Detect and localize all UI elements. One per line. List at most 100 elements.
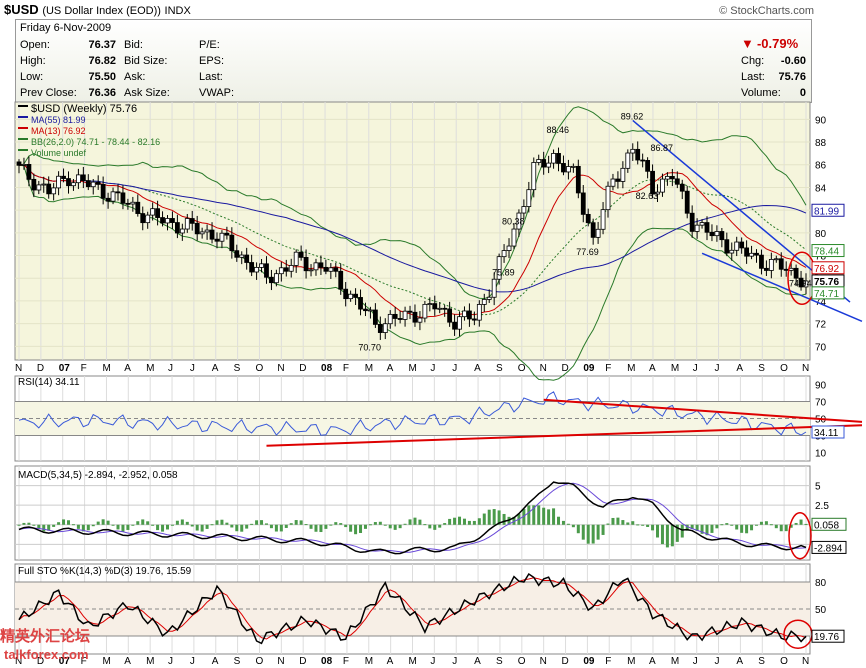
y-tick-label: 86	[815, 161, 827, 172]
candle-body	[387, 313, 393, 325]
x-tick-label-bottom: 09	[583, 656, 595, 667]
legend-swatch	[18, 105, 28, 107]
candle-body	[269, 276, 274, 284]
macd-histogram-bar	[17, 524, 21, 526]
macd-histogram-bar	[180, 519, 184, 525]
x-tick-label-bottom: D	[562, 656, 569, 667]
legend-entry: MA(55) 81.99	[31, 115, 86, 125]
x-tick-label-bottom: 08	[321, 656, 333, 667]
candle-body	[481, 299, 487, 305]
macd-histogram-bar	[492, 509, 496, 525]
x-tick-label: O	[780, 363, 788, 374]
candle-body	[605, 185, 611, 211]
x-tick-label: N	[540, 363, 547, 374]
x-tick-label: J	[168, 363, 173, 374]
x-tick-label: N	[277, 363, 284, 374]
candle-body	[724, 239, 730, 254]
macd-tick-label: 5	[815, 482, 821, 493]
candle-body	[630, 148, 636, 154]
y-tick-label: 90	[815, 115, 827, 126]
macd-histogram-bar	[121, 524, 125, 532]
price-annotation: 89.62	[621, 112, 644, 122]
candle-body	[278, 267, 284, 275]
macd-histogram-bar	[37, 524, 41, 529]
macd-histogram-bar	[126, 524, 130, 530]
macd-histogram-bar	[175, 520, 179, 525]
candle-body	[768, 258, 774, 271]
x-tick-label: N	[802, 363, 809, 374]
macd-histogram-bar	[755, 524, 759, 526]
candle-body	[556, 153, 561, 164]
candle-body	[323, 266, 329, 272]
x-tick-label: J	[190, 363, 195, 374]
macd-histogram-bar	[151, 524, 155, 526]
macd-histogram-bar	[482, 513, 486, 525]
macd-histogram-bar	[576, 524, 580, 534]
x-tick-label: S	[758, 363, 765, 374]
candle-body	[442, 307, 448, 310]
candle-body	[437, 307, 443, 310]
x-tick-label-bottom: S	[234, 656, 241, 667]
candle-body	[471, 318, 477, 321]
macd-histogram-bar	[225, 522, 229, 525]
macd-histogram-bar	[393, 524, 397, 530]
value-tag-label: 74.71	[814, 289, 839, 300]
candle-body	[566, 166, 571, 173]
macd-histogram-bar	[656, 524, 660, 538]
x-tick-label-bottom: O	[255, 656, 263, 667]
macd-histogram-bar	[289, 523, 293, 525]
macd-histogram-bar	[106, 520, 110, 525]
macd-histogram-bar	[764, 521, 768, 525]
macd-histogram-bar	[309, 524, 313, 529]
candle-body	[179, 228, 185, 234]
candle-body	[744, 247, 750, 257]
macd-histogram-bar	[250, 523, 254, 525]
macd-histogram-bar	[101, 519, 105, 525]
x-tick-label: 08	[321, 363, 333, 374]
macd-histogram-bar	[626, 522, 630, 525]
legend-entry: BB(26,2.0) 74.71 - 78.44 - 82.16	[31, 137, 160, 147]
macd-histogram-bar	[571, 524, 575, 528]
macd-histogram-bar	[398, 524, 402, 529]
macd-histogram-bar	[146, 521, 150, 525]
candle-body	[16, 161, 22, 166]
x-tick-label: S	[496, 363, 503, 374]
price-annotation: 80.38	[502, 217, 525, 227]
macd-histogram-bar	[636, 524, 640, 526]
x-tick-label: N	[15, 363, 22, 374]
candle-body	[56, 175, 61, 189]
x-tick-label: 07	[59, 363, 71, 374]
macd-histogram-bar	[220, 519, 224, 525]
candle-body	[283, 267, 289, 272]
macd-histogram-bar	[359, 524, 363, 534]
x-tick-label: J	[715, 363, 720, 374]
candle-body	[719, 231, 725, 241]
candle-body	[199, 231, 205, 235]
candle-body	[778, 258, 784, 270]
macd-histogram-bar	[438, 524, 442, 528]
candle-body	[788, 267, 794, 271]
candle-body	[26, 164, 32, 180]
candle-body	[397, 318, 403, 320]
macd-histogram-bar	[314, 524, 318, 532]
candle-body	[85, 180, 91, 188]
macd-histogram-bar	[165, 524, 169, 530]
price-annotation: 70.70	[358, 342, 381, 352]
macd-histogram-bar	[725, 523, 729, 525]
sto-legend: Full STO %K(14,3) %D(3) 19.76, 15.59	[18, 566, 192, 577]
candle-body	[476, 304, 482, 321]
candle-body	[422, 303, 428, 319]
candle-body	[536, 159, 542, 163]
sto-tick-label: 80	[815, 578, 827, 589]
value-tag-label: 81.99	[814, 206, 839, 217]
candle-body	[793, 267, 799, 279]
candle-body	[754, 252, 759, 256]
candle-body	[66, 178, 71, 187]
candle-body	[95, 181, 101, 185]
candle-body	[343, 288, 349, 300]
candle-body	[135, 201, 141, 214]
macd-histogram-bar	[487, 509, 491, 525]
macd-histogram-bar	[269, 524, 273, 529]
macd-histogram-bar	[86, 524, 90, 531]
macd-histogram-bar	[596, 524, 600, 540]
